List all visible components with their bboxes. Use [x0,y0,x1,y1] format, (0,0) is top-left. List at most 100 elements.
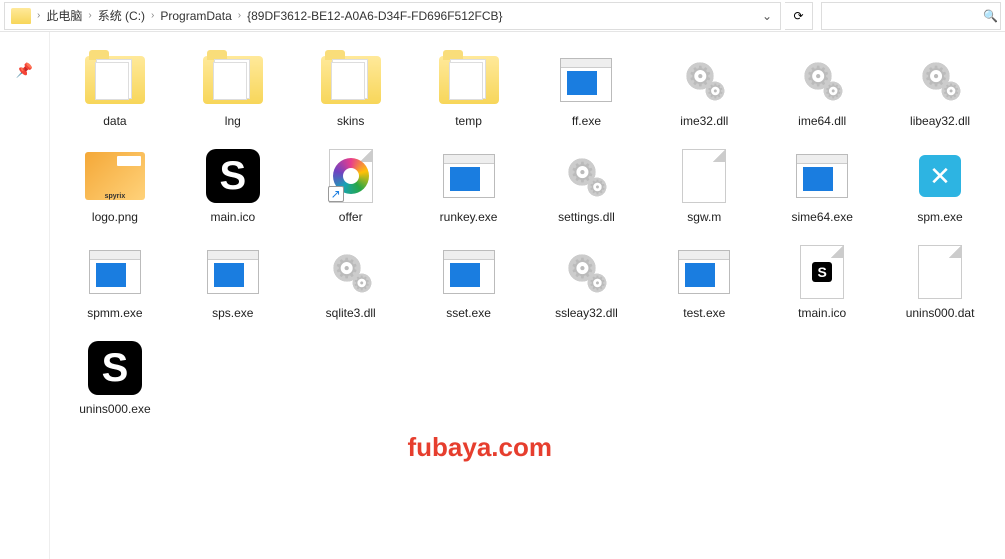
file-label: sime64.exe [792,210,853,224]
folder-icon [439,56,499,104]
file-thumbnail [554,148,618,204]
search-input[interactable] [828,9,983,23]
file-item[interactable]: temp [412,48,526,132]
file-label: spm.exe [917,210,962,224]
breadcrumb-segment[interactable]: 系统 (C:) [98,7,145,24]
file-thumbnail [437,244,501,300]
file-thumbnail: ✕ [908,148,972,204]
file-item[interactable]: unins000.dat [883,240,997,324]
file-icon [918,245,962,299]
file-item[interactable]: ↗ offer [294,144,408,228]
application-icon [560,58,612,102]
file-label: settings.dll [558,210,615,224]
file-item[interactable]: sgw.m [647,144,761,228]
chevron-right-icon[interactable]: › [88,10,91,21]
refresh-icon: ⟳ [793,9,803,23]
application-icon [443,154,495,198]
file-thumbnail [672,148,736,204]
gear-icon [914,54,966,106]
breadcrumb-segment[interactable]: {89DF3612-BE12-A0A6-D34F-FD696F512FCB} [247,9,502,23]
file-item[interactable]: Smain.ico [176,144,290,228]
tool-icon: ✕ [919,155,961,197]
chevron-right-icon[interactable]: › [151,10,154,21]
breadcrumb-segment[interactable]: 此电脑 [46,7,82,24]
file-item[interactable]: ✕ spm.exe [883,144,997,228]
file-item[interactable]: ff.exe [530,48,644,132]
chevron-right-icon[interactable]: › [37,10,40,21]
application-icon [207,250,259,294]
gear-icon [325,246,377,298]
file-item[interactable]: sset.exe [412,240,526,324]
file-thumbnail [83,52,147,108]
file-item[interactable]: ssleay32.dll [530,240,644,324]
file-icon: S [800,245,844,299]
file-item[interactable]: ime32.dll [647,48,761,132]
gear-icon [560,246,612,298]
shortcut-icon: ↗ [329,149,373,203]
file-label: sqlite3.dll [326,306,376,320]
file-label: ime32.dll [680,114,728,128]
file-item[interactable]: skins [294,48,408,132]
file-thumbnail [908,52,972,108]
file-thumbnail [437,148,501,204]
file-thumbnail [319,244,383,300]
file-item[interactable]: sqlite3.dll [294,240,408,324]
refresh-button[interactable]: ⟳ [785,2,813,30]
file-item[interactable]: sime64.exe [765,144,879,228]
file-item[interactable]: libeay32.dll [883,48,997,132]
file-label: sps.exe [212,306,253,320]
pin-icon[interactable]: 📌 [16,62,33,559]
file-item[interactable]: spmm.exe [58,240,172,324]
chevron-down-icon[interactable]: ⌄ [754,9,780,23]
application-icon [443,250,495,294]
file-label: main.ico [210,210,255,224]
chevron-right-icon[interactable]: › [238,10,241,21]
breadcrumb-segment[interactable]: ProgramData [160,9,231,23]
toolbar: › 此电脑 › 系统 (C:) › ProgramData › {89DF361… [0,0,1005,32]
gear-icon [678,54,730,106]
file-thumbnail [672,244,736,300]
search-box[interactable]: 🔍 [821,2,1001,30]
application-icon [796,154,848,198]
app-s-icon: S [206,149,260,203]
search-icon[interactable]: 🔍 [983,9,998,23]
file-label: data [103,114,126,128]
application-icon [89,250,141,294]
file-thumbnail: S [790,244,854,300]
file-thumbnail [554,244,618,300]
file-label: unins000.dat [906,306,975,320]
file-label: logo.png [92,210,138,224]
file-label: libeay32.dll [910,114,970,128]
folder-icon [203,56,263,104]
file-label: unins000.exe [79,402,150,416]
file-item[interactable]: spyrix logo.png [58,144,172,228]
file-thumbnail [319,52,383,108]
file-thumbnail: ↗ [319,148,383,204]
file-label: lng [225,114,241,128]
file-item[interactable]: Sunins000.exe [58,336,172,420]
file-item[interactable]: ime64.dll [765,48,879,132]
file-label: skins [337,114,364,128]
file-item[interactable]: test.exe [647,240,761,324]
gear-icon [560,150,612,202]
file-label: test.exe [683,306,725,320]
image-thumbnail: spyrix [85,152,145,200]
folder-icon [85,56,145,104]
file-icon [682,149,726,203]
application-icon [678,250,730,294]
file-label: runkey.exe [440,210,498,224]
file-label: ff.exe [572,114,601,128]
file-item[interactable]: data [58,48,172,132]
file-item[interactable]: settings.dll [530,144,644,228]
file-thumbnail [554,52,618,108]
file-label: sgw.m [687,210,721,224]
file-thumbnail [201,52,265,108]
file-item[interactable]: Stmain.ico [765,240,879,324]
file-label: offer [339,210,363,224]
watermark: fubaya.com [408,432,553,463]
file-label: ime64.dll [798,114,846,128]
address-bar[interactable]: › 此电脑 › 系统 (C:) › ProgramData › {89DF361… [4,2,781,30]
file-item[interactable]: runkey.exe [412,144,526,228]
file-item[interactable]: sps.exe [176,240,290,324]
file-item[interactable]: lng [176,48,290,132]
